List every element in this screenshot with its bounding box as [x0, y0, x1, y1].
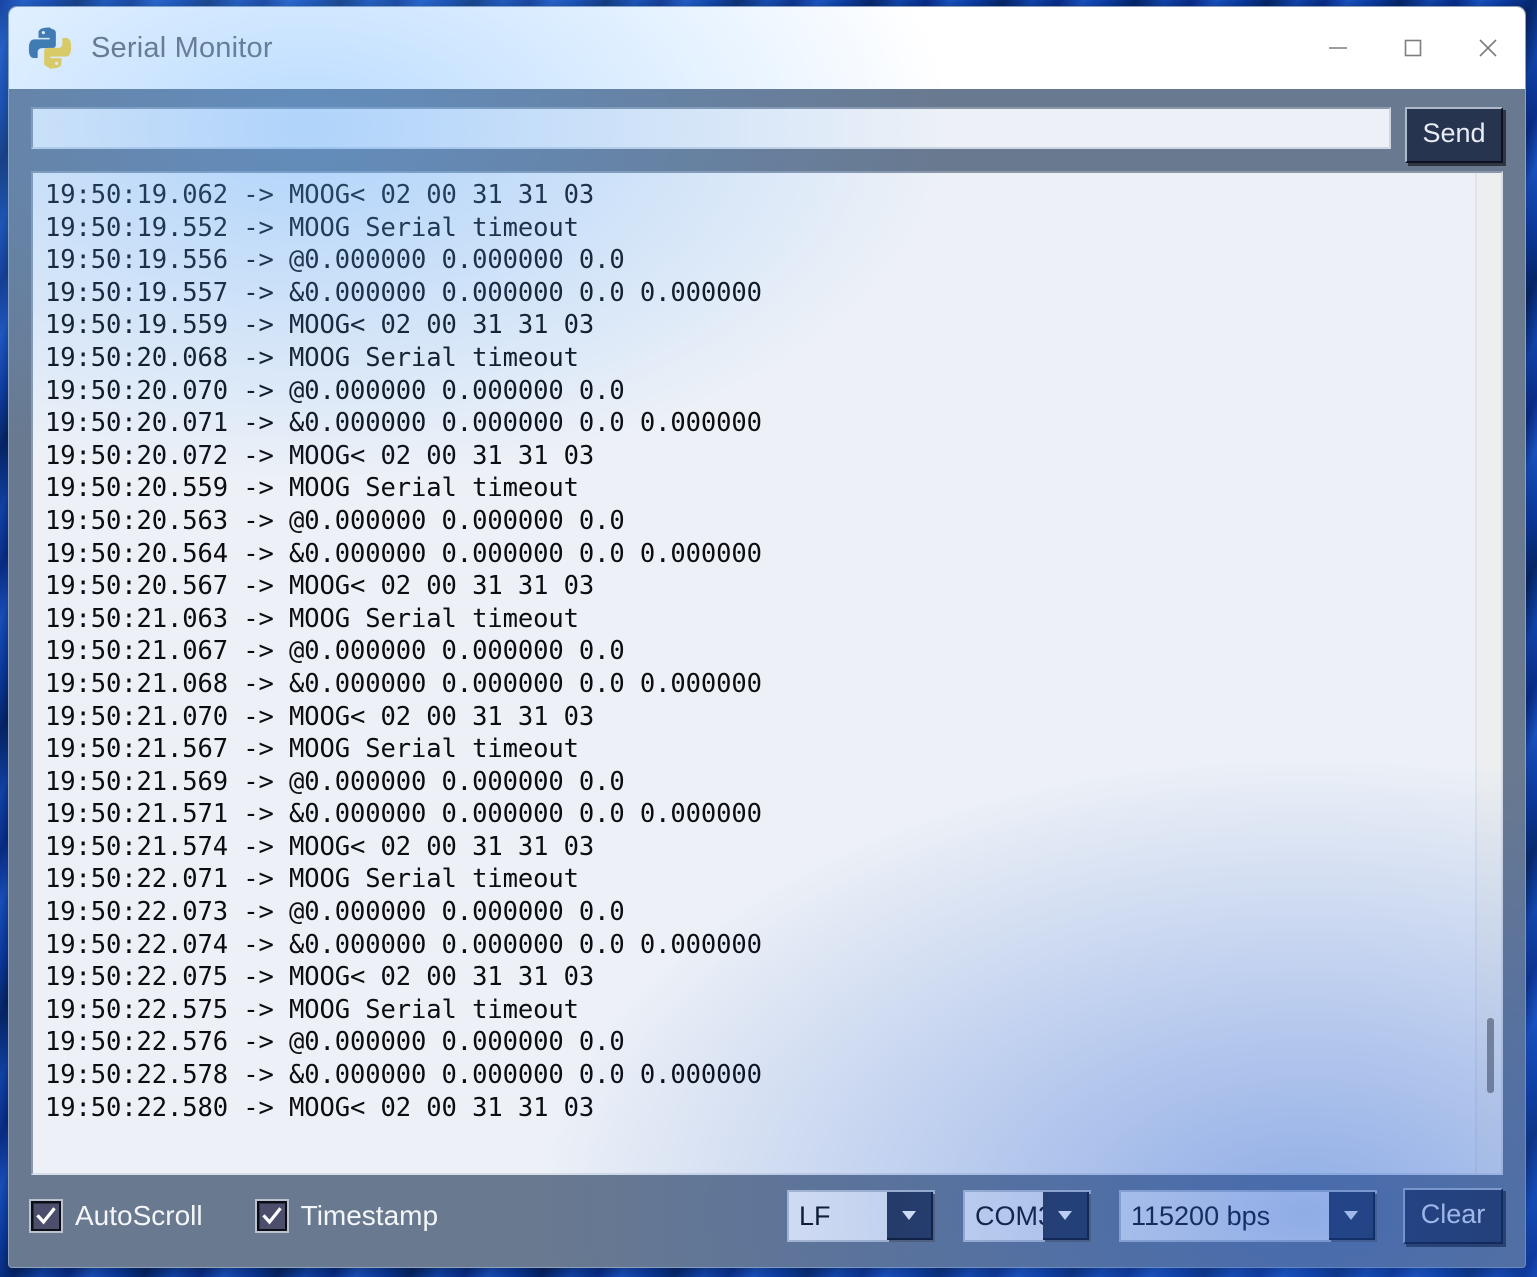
clear-button[interactable]: Clear: [1403, 1188, 1503, 1244]
serial-port-value: COM3: [975, 1200, 1043, 1231]
console-log-line: 19:50:20.563 -> @0.000000 0.000000 0.0: [45, 505, 625, 536]
console-log-line: 19:50:21.567 -> MOOG Serial timeout: [45, 734, 579, 765]
checkmark-icon: [261, 1205, 283, 1227]
console-log-line: 19:50:21.571 -> &0.000000 0.000000 0.0 0…: [45, 799, 762, 830]
console-log-line: 19:50:19.559 -> MOOG< 02 00 31 31 03: [45, 310, 595, 341]
console-log-line: 19:50:19.557 -> &0.000000 0.000000 0.0 0…: [45, 277, 762, 308]
console-log-line: 19:50:22.075 -> MOOG< 02 00 31 31 03: [45, 962, 595, 993]
chevron-down-icon[interactable]: [1329, 1192, 1375, 1240]
footer-toolbar: AutoScroll Timestamp LF COM 115200 bps C…: [9, 1175, 1525, 1267]
window-title: Serial Monitor: [91, 31, 273, 64]
close-icon: [1475, 35, 1501, 61]
console-scrollbar[interactable]: [1475, 173, 1501, 1173]
autoscroll-checkbox[interactable]: [29, 1199, 63, 1233]
baud-rate-dropdown[interactable]: 115200 bps: [1119, 1190, 1377, 1242]
console-log-line: 19:50:22.580 -> MOOG< 02 00 31 31 03: [45, 1092, 595, 1123]
serial-monitor-window: Serial Monitor Send 19:50:19.062 -> MOOG…: [8, 6, 1526, 1268]
console-log-line: 19:50:21.067 -> @0.000000 0.000000 0.0: [45, 636, 625, 667]
console-log-line: 19:50:20.070 -> @0.000000 0.000000 0.0: [45, 375, 625, 406]
console-log-line: 19:50:19.552 -> MOOG Serial timeout: [45, 212, 579, 243]
console-log-line: 19:50:20.068 -> MOOG Serial timeout: [45, 342, 579, 373]
python-logo-icon: [27, 25, 73, 71]
checkmark-icon: [35, 1205, 57, 1227]
chevron-down-icon[interactable]: [887, 1192, 933, 1240]
baud-rate-value: 115200 bps: [1131, 1200, 1271, 1231]
console-log-line: 19:50:21.569 -> @0.000000 0.000000 0.0: [45, 766, 625, 797]
minimize-button[interactable]: [1300, 7, 1375, 89]
autoscroll-label: AutoScroll: [75, 1200, 203, 1231]
console-log-text[interactable]: 19:50:19.062 -> MOOG< 02 00 31 31 03 19:5…: [33, 173, 1475, 1173]
window-body: Send 19:50:19.062 -> MOOG< 02 00 31 31 0…: [9, 89, 1525, 1175]
timestamp-label: Timestamp: [300, 1200, 439, 1231]
console-log-line: 19:50:19.556 -> @0.000000 0.000000 0.0: [45, 245, 625, 276]
maximize-icon: [1400, 35, 1426, 61]
console-log-line: 19:50:20.072 -> MOOG< 02 00 31 31 03: [45, 440, 595, 471]
console-log-line: 19:50:22.074 -> &0.000000 0.000000 0.0 0…: [45, 929, 762, 960]
minimize-icon: [1325, 35, 1351, 61]
console-log-line: 19:50:20.564 -> &0.000000 0.000000 0.0 0…: [45, 538, 762, 569]
console-log-line: 19:50:22.073 -> @0.000000 0.000000 0.0: [45, 897, 625, 928]
send-button[interactable]: Send: [1405, 107, 1503, 163]
console-log-line: 19:50:22.578 -> &0.000000 0.000000 0.0 0…: [45, 1060, 762, 1091]
serial-port-dropdown[interactable]: COM3: [963, 1190, 1091, 1242]
console-log-line: 19:50:22.071 -> MOOG Serial timeout: [45, 864, 579, 895]
desktop-background: Serial Monitor Send 19:50:19.062 -> MOOG…: [0, 0, 1537, 1277]
timestamp-checkbox[interactable]: [254, 1199, 289, 1233]
line-ending-value: LF: [799, 1200, 831, 1231]
console-log-line: 19:50:20.071 -> &0.000000 0.000000 0.0 0…: [45, 408, 762, 439]
console-log-line: 19:50:22.576 -> @0.000000 0.000000 0.0: [45, 1027, 625, 1058]
title-bar-left: Serial Monitor: [9, 25, 273, 71]
console-log-line: 19:50:21.574 -> MOOG< 02 00 31 31 03: [45, 831, 595, 862]
console-log-line: 19:50:21.063 -> MOOG Serial timeout: [45, 603, 579, 634]
timestamp-checkbox-group[interactable]: Timestamp: [254, 1199, 439, 1233]
line-ending-dropdown[interactable]: LF: [787, 1190, 935, 1242]
console-log-line: 19:50:22.575 -> MOOG Serial timeout: [45, 994, 579, 1025]
console-log-line: 19:50:21.068 -> &0.000000 0.000000 0.0 0…: [45, 668, 762, 699]
maximize-button[interactable]: [1375, 7, 1450, 89]
window-controls: [1300, 7, 1525, 89]
console-output-panel: 19:50:19.062 -> MOOG< 02 00 31 31 03 19:5…: [31, 171, 1503, 1175]
console-log-line: 19:50:21.070 -> MOOG< 02 00 31 31 03: [45, 701, 595, 732]
title-bar[interactable]: Serial Monitor: [9, 7, 1525, 89]
serial-send-input[interactable]: [31, 107, 1391, 149]
autoscroll-checkbox-group[interactable]: AutoScroll: [29, 1199, 203, 1233]
console-log-line: 19:50:20.559 -> MOOG Serial timeout: [45, 473, 579, 504]
send-row: Send: [31, 107, 1503, 165]
console-log-line: 19:50:19.062 -> MOOG< 02 00 31 31 03: [45, 180, 595, 210]
console-scrollbar-thumb[interactable]: [1487, 1018, 1494, 1093]
console-log-line: 19:50:20.567 -> MOOG< 02 00 31 31 03: [45, 571, 595, 602]
close-button[interactable]: [1450, 7, 1525, 89]
chevron-down-icon[interactable]: [1043, 1192, 1089, 1240]
